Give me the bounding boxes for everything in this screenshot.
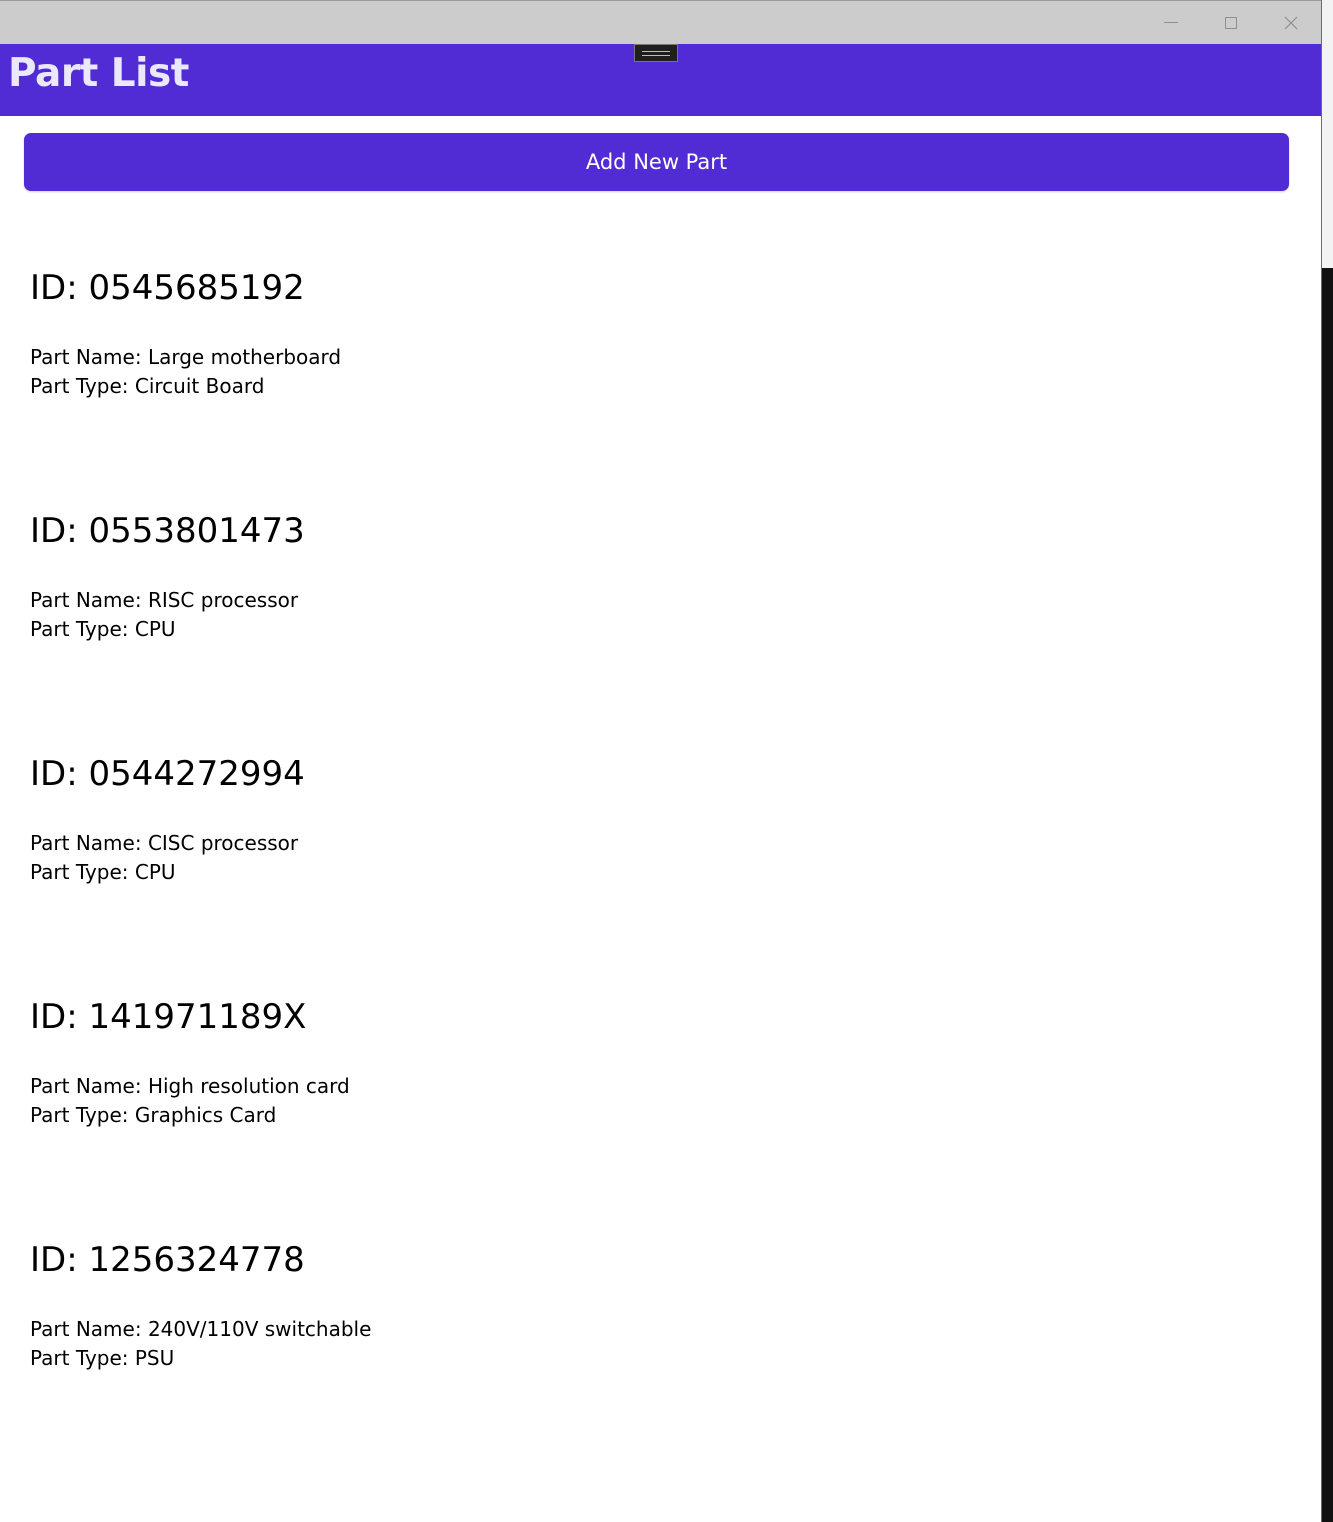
list-item[interactable]: ID: 0544272994 Part Name: CISC processor…	[0, 729, 1321, 972]
app-window: Part List Add New Part ID: 0545685192 Pa…	[0, 0, 1322, 1522]
add-new-part-button[interactable]: Add New Part	[24, 133, 1289, 191]
close-icon	[1284, 16, 1298, 29]
minimize-button[interactable]	[1141, 1, 1201, 44]
part-list: ID: 0545685192 Part Name: Large motherbo…	[0, 243, 1321, 1458]
part-type: Part Type: CPU	[30, 617, 176, 641]
part-type: Part Type: CPU	[30, 860, 176, 884]
page-title: Part List	[8, 51, 189, 96]
background-window-upper	[1322, 0, 1333, 268]
drag-handle-icon[interactable]	[634, 44, 678, 62]
part-id: ID: 141971189X	[30, 997, 307, 1037]
part-id: ID: 0553801473	[30, 511, 305, 551]
close-button[interactable]	[1261, 1, 1321, 44]
part-id: ID: 0544272994	[30, 754, 305, 794]
part-id: ID: 0545685192	[30, 268, 305, 308]
part-name: Part Name: High resolution card	[30, 1074, 350, 1098]
part-type: Part Type: Graphics Card	[30, 1103, 277, 1127]
background-window-strip	[1322, 0, 1333, 1522]
title-bar	[0, 0, 1321, 44]
part-name: Part Name: 240V/110V switchable	[30, 1317, 372, 1341]
maximize-button[interactable]	[1201, 1, 1261, 44]
background-window-lower	[1322, 268, 1333, 1522]
list-item[interactable]: ID: 0553801473 Part Name: RISC processor…	[0, 486, 1321, 729]
part-name: Part Name: Large motherboard	[30, 345, 342, 369]
part-type: Part Type: Circuit Board	[30, 374, 265, 398]
part-name: Part Name: RISC processor	[30, 588, 299, 612]
list-item[interactable]: ID: 1256324778 Part Name: 240V/110V swit…	[0, 1215, 1321, 1458]
list-item[interactable]: ID: 0545685192 Part Name: Large motherbo…	[0, 243, 1321, 486]
list-item[interactable]: ID: 141971189X Part Name: High resolutio…	[0, 972, 1321, 1215]
part-id: ID: 1256324778	[30, 1240, 305, 1280]
part-type: Part Type: PSU	[30, 1346, 175, 1370]
part-name: Part Name: CISC processor	[30, 831, 299, 855]
maximize-icon	[1225, 16, 1237, 29]
minimize-icon	[1164, 22, 1178, 23]
